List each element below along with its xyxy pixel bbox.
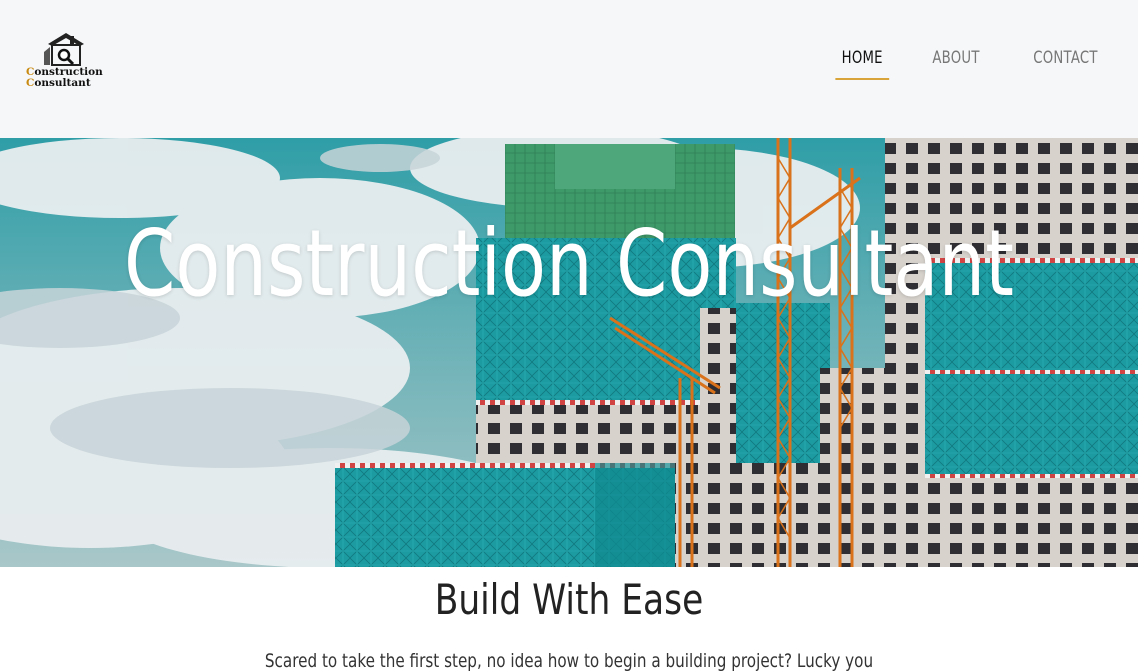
intro-heading: Build With Ease — [434, 575, 704, 624]
main-nav: HOME ABOUT CONTACT — [794, 48, 1098, 80]
nav-home[interactable]: HOME — [835, 48, 889, 80]
site-header: Construction Consultant HOME ABOUT CONTA… — [0, 0, 1138, 138]
hero-title: Construction Consultant — [123, 210, 1014, 317]
house-logo-icon — [44, 33, 84, 66]
intro-text: Scared to take the first step, no idea h… — [264, 650, 874, 672]
nav-contact[interactable]: CONTACT — [1033, 48, 1098, 80]
nav-about[interactable]: ABOUT — [932, 48, 979, 80]
logo-wordmark: Construction Consultant — [26, 66, 103, 89]
construction-site-image — [0, 138, 1138, 567]
hero-banner: Construction Consultant — [0, 138, 1138, 567]
site-logo[interactable]: Construction Consultant — [24, 30, 104, 94]
